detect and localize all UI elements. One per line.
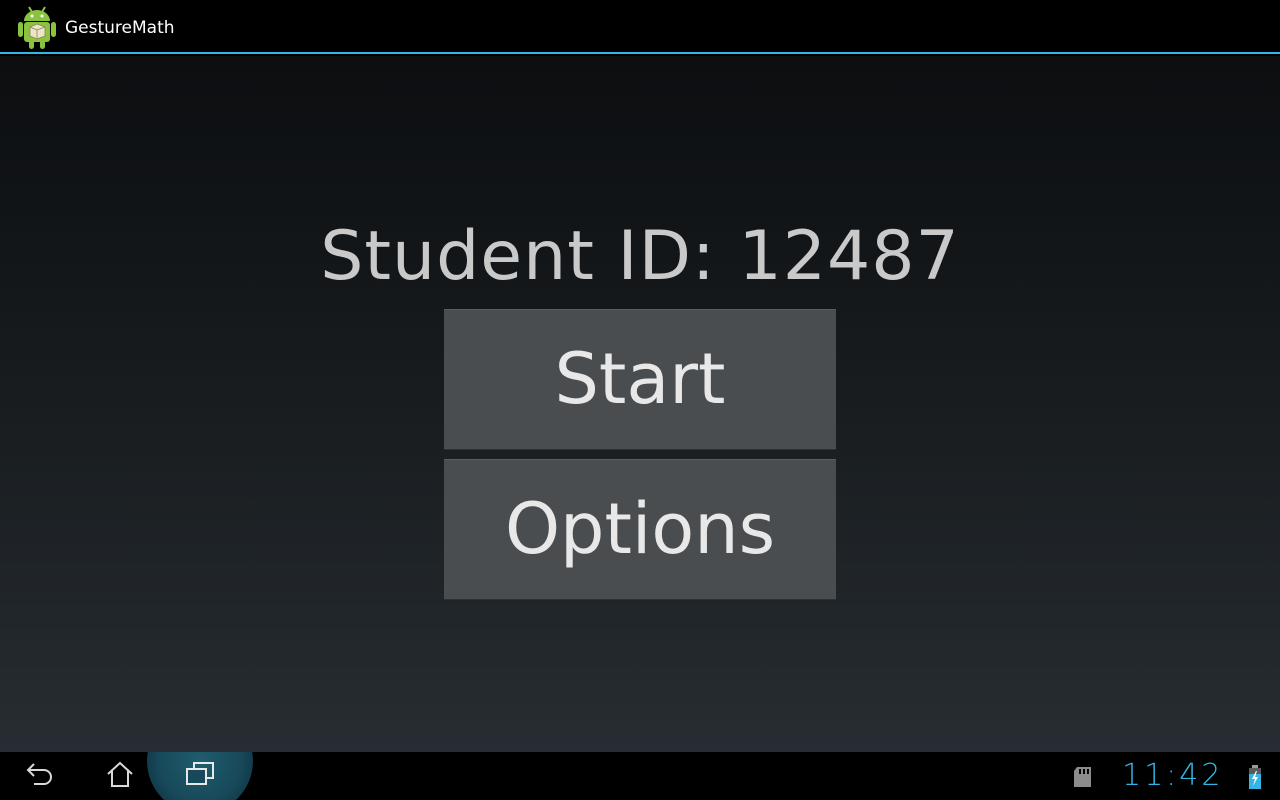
back-button[interactable]: [0, 752, 80, 800]
battery-charging-icon: [1247, 764, 1263, 790]
main-content: Student ID: 12487 Start Options: [0, 56, 1280, 752]
system-nav-bar: 11:42: [0, 752, 1280, 800]
student-id-label: Student ID: 12487: [320, 217, 960, 296]
options-button[interactable]: Options: [444, 459, 836, 600]
recent-apps-icon: [184, 761, 216, 791]
status-clock: 11:42: [1122, 758, 1224, 793]
home-icon: [105, 760, 135, 792]
home-button[interactable]: [80, 752, 160, 800]
back-icon: [24, 760, 56, 792]
android-robot-icon: [14, 3, 60, 51]
app-title: GestureMath: [65, 18, 175, 38]
recent-apps-button[interactable]: [160, 752, 240, 800]
action-bar: GestureMath: [0, 0, 1280, 54]
screen: GestureMath Student ID: 12487 Start Opti…: [0, 0, 1280, 800]
sd-card-icon: [1072, 765, 1096, 789]
start-button[interactable]: Start: [444, 309, 836, 450]
